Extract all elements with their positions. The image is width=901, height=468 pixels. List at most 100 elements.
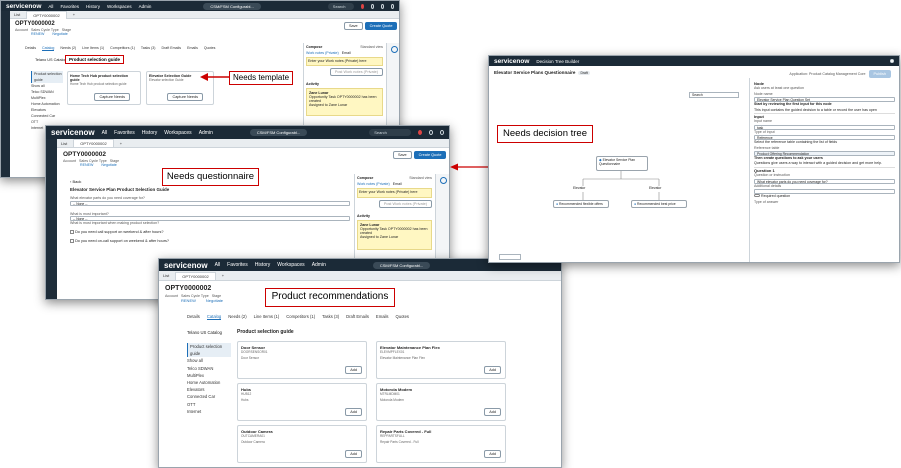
- subtab-quotes[interactable]: Quotes: [396, 314, 410, 320]
- side-item-home-automation[interactable]: Home Automation: [187, 379, 231, 386]
- record-icon[interactable]: [360, 3, 364, 9]
- dt-publish-button[interactable]: Publish: [868, 70, 891, 78]
- add-product-button[interactable]: Add: [484, 450, 501, 458]
- compose-icon[interactable]: [391, 46, 398, 53]
- avatar[interactable]: [390, 3, 394, 9]
- dt-root-node[interactable]: ◆ Elevator Service Plan Questionnaire: [596, 156, 648, 171]
- cycle-value[interactable]: Negotiate: [206, 298, 223, 303]
- global-search[interactable]: Search: [327, 2, 354, 10]
- settings-icon[interactable]: [380, 3, 384, 9]
- tab-list[interactable]: List: [61, 141, 67, 146]
- work-notes-input[interactable]: Enter your Work notes (Private) here: [357, 188, 432, 198]
- tab-record[interactable]: OPTY0000002: [26, 10, 67, 19]
- nav-workspaces[interactable]: Workspaces: [277, 262, 304, 268]
- side-item-internet[interactable]: Internet: [187, 408, 231, 415]
- help-icon[interactable]: [370, 3, 374, 9]
- side-item-guide[interactable]: Product selection guide: [31, 71, 63, 83]
- add-product-button[interactable]: Add: [484, 408, 501, 416]
- side-item-show-all[interactable]: Show all: [187, 357, 231, 364]
- checkbox-row-2[interactable]: Do you need on-call support on weekend &…: [70, 239, 350, 244]
- subtab-competitors[interactable]: Competitors (1): [110, 46, 135, 51]
- subtab-catalog[interactable]: Catalog: [206, 314, 222, 320]
- subtab-needs[interactable]: Needs (2): [228, 314, 246, 320]
- question-1-select[interactable]: -- None --: [70, 200, 350, 206]
- app-scope-pill[interactable]: CSM/FSM Configurabl...: [203, 2, 261, 10]
- email-radio[interactable]: Email: [393, 182, 402, 186]
- add-product-button[interactable]: Add: [345, 366, 362, 374]
- subtab-line-items[interactable]: Line Items (1): [254, 314, 280, 320]
- post-button[interactable]: Post Work notes (Private): [329, 68, 383, 76]
- cycle-value[interactable]: Negotiate: [101, 163, 116, 167]
- stage-value[interactable]: RENEW: [31, 32, 44, 36]
- subtab-quotes[interactable]: Quotes: [204, 46, 216, 51]
- subtab-emails[interactable]: Emails: [376, 314, 389, 320]
- side-item-elevators[interactable]: Elevators: [187, 386, 231, 393]
- tab-record[interactable]: OPTY0000002: [175, 271, 216, 280]
- catalog-selector[interactable]: Telano US Catalog: [187, 330, 222, 335]
- nav-all[interactable]: All: [215, 262, 221, 268]
- nav-favorites[interactable]: Favorites: [60, 4, 79, 9]
- nav-workspaces[interactable]: Workspaces: [107, 4, 132, 9]
- nav-history[interactable]: History: [86, 4, 100, 9]
- save-button[interactable]: Save: [393, 151, 412, 159]
- nav-history[interactable]: History: [255, 262, 271, 268]
- settings-icon[interactable]: [439, 130, 444, 135]
- stage-value[interactable]: RENEW: [181, 298, 196, 303]
- dt-zoom-control[interactable]: [499, 254, 521, 260]
- dt-leaf-right[interactable]: ● Recommended best price: [631, 200, 687, 208]
- subtab-tasks[interactable]: Tasks (3): [141, 46, 156, 51]
- add-product-button[interactable]: Add: [484, 366, 501, 374]
- subtab-catalog[interactable]: Catalog: [42, 46, 55, 51]
- tab-record[interactable]: OPTY0000002: [73, 139, 114, 147]
- subtab-draft-emails[interactable]: Draft Emails: [346, 314, 369, 320]
- subtab-line-items[interactable]: Line Items (1): [82, 46, 104, 51]
- work-notes-input[interactable]: Enter your Work notes (Private) here: [306, 57, 383, 66]
- toggle-icon[interactable]: [754, 194, 760, 198]
- side-item-ott[interactable]: OTT: [187, 401, 231, 408]
- nav-all[interactable]: All: [102, 130, 108, 136]
- checkbox-row-1[interactable]: Do you need call support on weekend & af…: [70, 229, 350, 235]
- dt-user-icon[interactable]: [890, 59, 894, 63]
- capture-needs-button[interactable]: Capture Needs: [167, 93, 203, 101]
- subtab-draft-emails[interactable]: Draft Emails: [162, 46, 182, 51]
- checkbox-2[interactable]: [70, 239, 74, 243]
- standard-view-toggle[interactable]: Standard view: [409, 176, 432, 180]
- side-item-multiplex[interactable]: MultiPlex: [187, 372, 231, 379]
- add-tab-icon[interactable]: +: [222, 273, 224, 278]
- email-radio[interactable]: Email: [342, 51, 351, 55]
- tab-list[interactable]: List: [14, 12, 20, 17]
- add-tab-icon[interactable]: +: [120, 141, 122, 146]
- nav-favorites[interactable]: Favorites: [114, 130, 135, 136]
- help-icon[interactable]: [428, 130, 433, 135]
- save-button[interactable]: Save: [344, 22, 363, 30]
- app-scope-pill[interactable]: CSM/FSM Configurabl...: [249, 129, 308, 136]
- create-quote-button[interactable]: Create Quote: [413, 151, 447, 159]
- app-scope-pill[interactable]: CSM/FSM Configurabl...: [372, 261, 431, 269]
- create-quote-button[interactable]: Create Quote: [364, 22, 398, 30]
- add-product-button[interactable]: Add: [345, 408, 362, 416]
- nav-admin[interactable]: Admin: [199, 130, 213, 136]
- nav-history[interactable]: History: [142, 130, 158, 136]
- side-item-telco[interactable]: Telco SDWAN: [187, 365, 231, 372]
- work-notes-radio[interactable]: Work notes (Private): [357, 182, 390, 186]
- compose-icon[interactable]: [440, 177, 447, 184]
- subtab-emails[interactable]: Emails: [187, 46, 198, 51]
- nav-admin[interactable]: Admin: [312, 262, 326, 268]
- stage-value[interactable]: RENEW: [80, 163, 93, 167]
- nav-all[interactable]: All: [48, 4, 53, 9]
- back-link[interactable]: ‹ Back: [70, 179, 81, 184]
- capture-needs-button[interactable]: Capture Needs: [94, 93, 130, 101]
- side-item-guide[interactable]: Product selection guide: [187, 343, 231, 358]
- post-button[interactable]: Post Work notes (Private): [378, 200, 432, 208]
- add-product-button[interactable]: Add: [345, 450, 362, 458]
- subtab-competitors[interactable]: Competitors (1): [286, 314, 315, 320]
- cycle-value[interactable]: Negotiate: [52, 32, 67, 36]
- subtab-needs[interactable]: Needs (2): [60, 46, 76, 51]
- nav-favorites[interactable]: Favorites: [227, 262, 248, 268]
- global-search[interactable]: Search: [369, 129, 411, 136]
- nav-admin[interactable]: Admin: [139, 4, 152, 9]
- checkbox-1[interactable]: [70, 229, 74, 234]
- nav-workspaces[interactable]: Workspaces: [164, 130, 191, 136]
- dt-leaf-left[interactable]: ● Recommended flexible offers: [553, 200, 609, 208]
- subtab-details[interactable]: Details: [25, 46, 36, 51]
